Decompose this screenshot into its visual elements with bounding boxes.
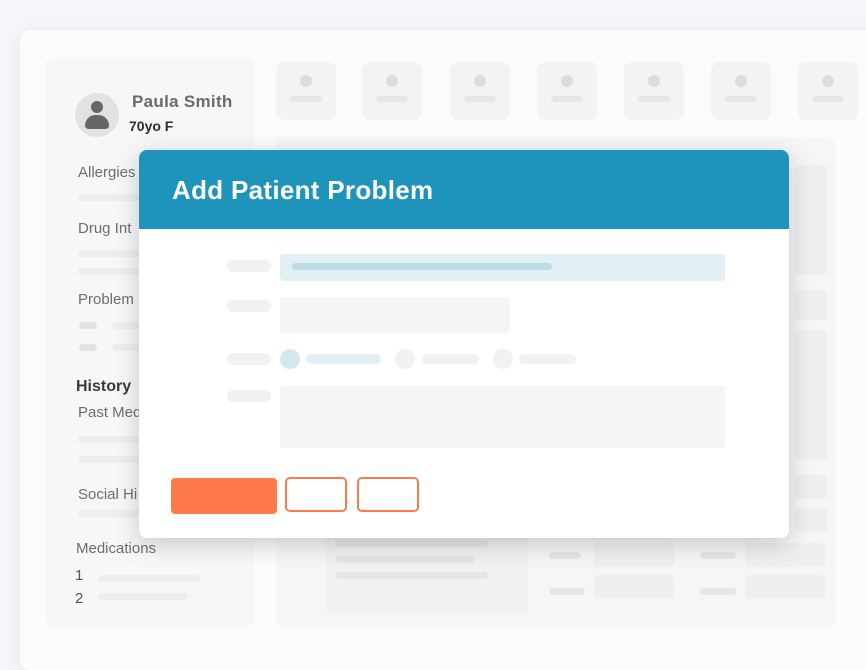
user-icon <box>91 101 103 113</box>
patient-age-sex: 70yo F <box>129 118 174 134</box>
panel-line-2 <box>335 556 475 563</box>
panel-column-5 <box>795 508 827 532</box>
medication-1-placeholder <box>98 575 200 582</box>
past-medical-label: Past Med <box>78 404 142 421</box>
panel-line <box>335 540 488 547</box>
panel-cell <box>594 543 674 567</box>
add-patient-problem-dialog: Add Patient Problem <box>139 150 789 538</box>
field-label-notes <box>227 390 271 402</box>
problem-search-value <box>292 263 552 270</box>
nav-tile-7[interactable] <box>798 62 858 120</box>
panel-label-4 <box>700 588 736 595</box>
panel-cell-2 <box>594 575 674 599</box>
secondary-button[interactable] <box>357 477 419 512</box>
field-label-problem <box>227 260 271 272</box>
panel-cell-3 <box>745 543 825 567</box>
medication-2-placeholder <box>98 593 188 600</box>
problem-search-input[interactable] <box>280 254 725 281</box>
panel-label <box>549 552 581 559</box>
panel-column <box>795 165 827 275</box>
save-button[interactable] <box>171 478 277 514</box>
notes-textarea[interactable] <box>280 386 725 448</box>
problem-item-marker <box>79 322 97 329</box>
nav-tile-2[interactable] <box>362 62 422 120</box>
status-radio-3-label <box>519 354 576 364</box>
history-heading: History <box>76 378 132 395</box>
social-history-label: Social Hi <box>78 486 138 503</box>
panel-label-2 <box>549 588 585 595</box>
problems-label: Problem <box>78 291 134 308</box>
problem-item-marker-2 <box>79 344 97 351</box>
date-input[interactable] <box>280 297 510 333</box>
panel-line-3 <box>335 572 488 579</box>
cancel-button[interactable] <box>285 477 347 512</box>
drug-interactions-label: Drug Int <box>78 220 132 237</box>
nav-tile-1[interactable] <box>276 62 336 120</box>
status-radio-3[interactable] <box>493 349 513 369</box>
status-radio-2[interactable] <box>395 349 415 369</box>
medication-number-2: 2 <box>75 590 84 607</box>
user-icon-body <box>85 115 109 129</box>
field-label-status <box>227 353 271 365</box>
nav-tile-4[interactable] <box>537 62 597 120</box>
panel-column-2 <box>795 290 827 320</box>
status-radio-1[interactable] <box>280 349 300 369</box>
medications-label: Medications <box>76 540 157 557</box>
status-radio-2-label <box>422 354 479 364</box>
panel-column-4 <box>795 475 827 499</box>
medication-number-1: 1 <box>75 567 84 584</box>
panel-cell-4 <box>745 575 825 599</box>
patient-name: Paula Smith <box>132 92 233 111</box>
panel-label-3 <box>700 552 736 559</box>
dialog-header: Add Patient Problem <box>139 150 789 229</box>
field-label-date <box>227 300 271 312</box>
nav-tile-3[interactable] <box>450 62 510 120</box>
dialog-title: Add Patient Problem <box>172 175 434 205</box>
avatar <box>75 93 119 137</box>
status-radio-1-label <box>306 354 381 364</box>
allergies-label: Allergies <box>78 164 136 181</box>
panel-column-3 <box>795 330 827 460</box>
nav-tile-5[interactable] <box>624 62 684 120</box>
nav-tile-6[interactable] <box>711 62 771 120</box>
